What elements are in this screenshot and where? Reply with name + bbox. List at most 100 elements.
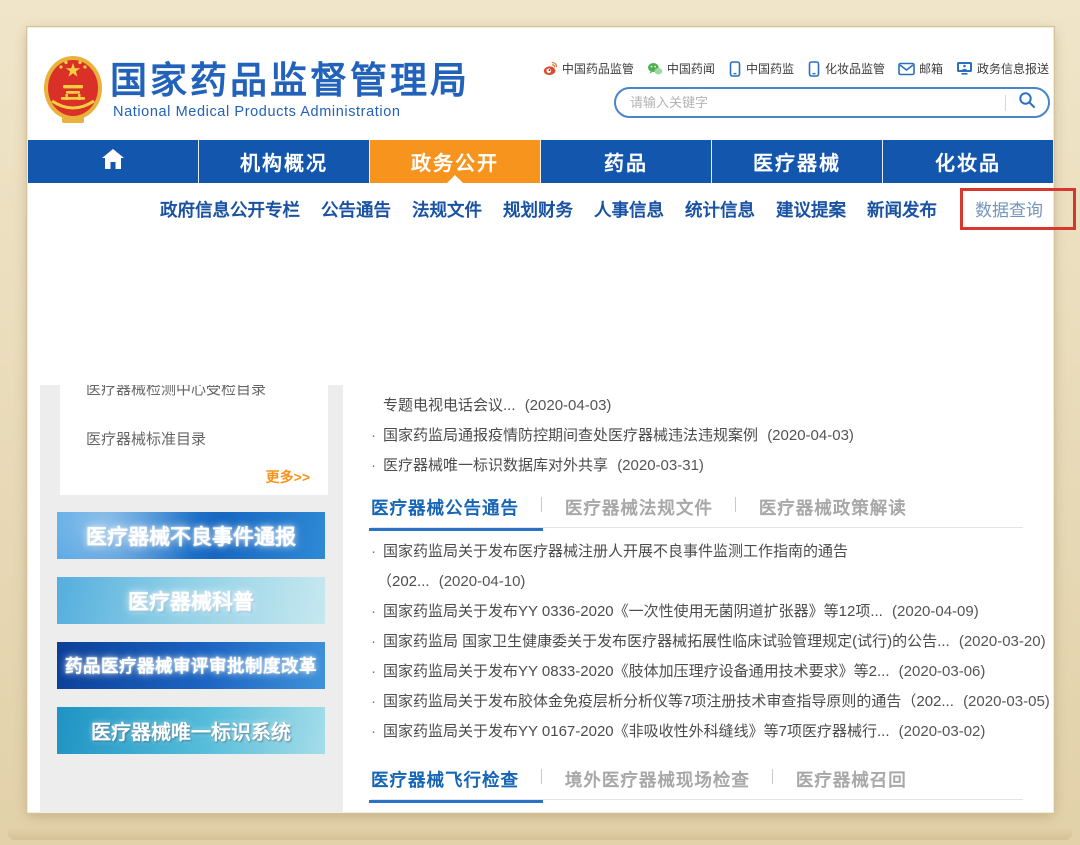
bullet: · xyxy=(371,537,376,567)
national-emblem-logo xyxy=(42,52,104,128)
sidebar-list-panel: 医疗器械检测中心受检目录 医疗器械标准目录 更多>> xyxy=(60,385,328,495)
sidebar-list-item[interactable]: 医疗器械标准目录 xyxy=(86,428,328,449)
notice-list: · 国家药监局关于发布医疗器械注册人开展不良事件监测工作指南的通告 · （202… xyxy=(343,537,1053,747)
wechat-icon xyxy=(647,61,663,77)
bullet: · xyxy=(371,627,376,657)
quick-link-gov-report[interactable]: 政务信息报送 xyxy=(956,60,1049,77)
tab-separator xyxy=(735,497,736,512)
notice-item[interactable]: · 国家药监局关于发布YY 0833-2020《肢体加压理疗设备通用技术要求》等… xyxy=(343,657,1053,687)
tab-device-notices[interactable]: 医疗器械公告通告 xyxy=(371,495,519,521)
news-title: 国家药监局 国家卫生健康委关于发布医疗器械拓展性临床试验管理规定(试行)的公告.… xyxy=(383,633,950,650)
subnav-item-notices[interactable]: 公告通告 xyxy=(321,197,391,222)
news-title: 国家药监局关于发布YY 0167-2020《非吸收性外科缝线》等7项医疗器械行.… xyxy=(383,723,890,740)
news-item[interactable]: · 医疗器械唯一标识数据库对外共享 (2020-03-31) xyxy=(343,451,1053,481)
notice-item[interactable]: · 国家药监局关于发布YY 0336-2020《一次性使用无菌阴道扩张器》等12… xyxy=(343,597,1053,627)
inspection-tab-row: 医疗器械飞行检查 境外医疗器械现场检查 医疗器械召回 xyxy=(371,762,1023,800)
tab-device-recall[interactable]: 医疗器械召回 xyxy=(796,767,907,793)
news-date: (2020-04-03) xyxy=(525,397,612,414)
weibo-icon xyxy=(542,61,558,77)
news-item[interactable]: · 国家药监局通报疫情防控期间查处医疗器械违法违规案例 (2020-04-03) xyxy=(343,421,1053,451)
news-title: 国家药监局关于发布医疗器械注册人开展不良事件监测工作指南的通告 xyxy=(383,543,848,560)
nav-item-medical-devices[interactable]: 医疗器械 xyxy=(712,140,883,183)
monitor-icon xyxy=(956,61,973,76)
nav-item-overview[interactable]: 机构概况 xyxy=(199,140,370,183)
tab-separator xyxy=(541,769,542,784)
banner-adverse-event-report[interactable]: 医疗器械不良事件通报 xyxy=(57,512,325,559)
tab-separator xyxy=(772,769,773,784)
nav-label: 药品 xyxy=(604,147,648,176)
top-news-list: · 专题电视电话会议... (2020-04-03) · 国家药监局通报疫情防控… xyxy=(343,391,1053,481)
tab-separator xyxy=(541,497,542,512)
news-date: (2020-03-31) xyxy=(617,457,704,474)
site-subtitle: National Medical Products Administration xyxy=(113,104,401,120)
nav-item-cosmetics[interactable]: 化妆品 xyxy=(883,140,1053,183)
highlight-box: 数据查询 xyxy=(960,188,1076,230)
bullet: · xyxy=(371,717,376,747)
nav-item-home[interactable] xyxy=(28,140,199,183)
quick-link-label: 邮箱 xyxy=(919,60,943,77)
more-link[interactable]: 更多>> xyxy=(266,467,310,487)
site-title: 国家药品监督管理局 xyxy=(110,50,470,104)
subnav-item-gov-info[interactable]: 政府信息公开专栏 xyxy=(160,197,300,222)
search-input[interactable] xyxy=(616,95,1005,110)
nav-item-gov-affairs[interactable]: 政务公开 xyxy=(370,140,541,183)
banner-device-science[interactable]: 医疗器械科普 xyxy=(57,577,325,624)
news-date: (2020-03-20) xyxy=(959,633,1046,650)
main-content: · 专题电视电话会议... (2020-04-03) · 国家药监局通报疫情防控… xyxy=(343,385,1053,812)
mail-icon xyxy=(898,62,915,76)
subnav-item-data-query[interactable]: 数据查询 xyxy=(975,201,1043,220)
subnav-item-news-release[interactable]: 新闻发布 xyxy=(867,197,937,222)
tab-device-policy[interactable]: 医疗器械政策解读 xyxy=(759,495,907,521)
quick-link-cosmetics-app[interactable]: 化妆品监管 xyxy=(807,60,885,77)
nav-label: 机构概况 xyxy=(240,147,328,176)
bullet: · xyxy=(371,657,376,687)
subnav: 政府信息公开专栏 公告通告 法规文件 规划财务 人事信息 统计信息 建议提案 新… xyxy=(160,185,1076,233)
banner-review-reform[interactable]: 药品医疗器械审评审批制度改革 xyxy=(57,642,325,689)
nav-label: 医疗器械 xyxy=(753,147,841,176)
main-nav: 机构概况 政务公开 药品 医疗器械 化妆品 xyxy=(28,140,1053,183)
news-item[interactable]: · 专题电视电话会议... (2020-04-03) xyxy=(343,391,1053,421)
phone-icon xyxy=(807,61,821,77)
header-quick-links: 中国药品监管 中国药闻 中国药监 化妆品监管 邮箱 政务信息报送 xyxy=(542,60,1049,77)
quick-link-label: 中国药监 xyxy=(746,60,794,77)
sidebar: 医疗器械检测中心受检目录 医疗器械标准目录 更多>> 医疗器械不良事件通报 医疗… xyxy=(40,385,343,812)
news-date: (2020-03-02) xyxy=(899,723,986,740)
news-title: 专题电视电话会议... xyxy=(383,397,516,414)
search-icon xyxy=(1018,91,1036,114)
news-date: (2020-04-09) xyxy=(892,603,979,620)
notice-item[interactable]: · 国家药监局关于发布YY 0167-2020《非吸收性外科缝线》等7项医疗器械… xyxy=(343,717,1053,747)
tab-device-regulations[interactable]: 医疗器械法规文件 xyxy=(565,495,713,521)
tab-overseas-inspection[interactable]: 境外医疗器械现场检查 xyxy=(565,767,750,793)
notice-item[interactable]: · 国家药监局关于发布医疗器械注册人开展不良事件监测工作指南的通告 xyxy=(343,537,1053,567)
news-title: 国家药监局关于发布YY 0336-2020《一次性使用无菌阴道扩张器》等12项.… xyxy=(383,603,883,620)
banner-udi-system[interactable]: 医疗器械唯一标识系统 xyxy=(57,707,325,754)
nav-item-drugs[interactable]: 药品 xyxy=(541,140,712,183)
news-date: (2020-04-03) xyxy=(767,427,854,444)
quick-link-weibo[interactable]: 中国药品监管 xyxy=(542,60,634,77)
news-title: （202... xyxy=(377,573,430,590)
search-button[interactable] xyxy=(1006,89,1048,116)
nav-label: 政务公开 xyxy=(411,147,499,176)
quick-link-wechat[interactable]: 中国药闻 xyxy=(647,60,715,77)
subnav-item-proposals[interactable]: 建议提案 xyxy=(776,197,846,222)
tab-flight-inspection[interactable]: 医疗器械飞行检查 xyxy=(371,767,519,793)
notice-item[interactable]: · 国家药监局 国家卫生健康委关于发布医疗器械拓展性临床试验管理规定(试行)的公… xyxy=(343,627,1053,657)
page: 国家药品监督管理局 National Medical Products Admi… xyxy=(28,28,1053,812)
subnav-item-personnel[interactable]: 人事信息 xyxy=(594,197,664,222)
quick-link-label: 化妆品监管 xyxy=(825,60,885,77)
news-date: (2020-03-05) xyxy=(963,693,1050,710)
bullet: · xyxy=(371,597,376,627)
home-icon xyxy=(101,148,125,176)
quick-link-app[interactable]: 中国药监 xyxy=(728,60,794,77)
subnav-item-planning-finance[interactable]: 规划财务 xyxy=(503,197,573,222)
subnav-item-statistics[interactable]: 统计信息 xyxy=(685,197,755,222)
news-date: (2020-03-06) xyxy=(899,663,986,680)
sidebar-list-item[interactable]: 医疗器械检测中心受检目录 xyxy=(86,385,328,399)
notice-item-continued[interactable]: · （202... (2020-04-10) xyxy=(343,567,1053,597)
quick-link-label: 中国药闻 xyxy=(667,60,715,77)
bullet: · xyxy=(371,421,376,451)
news-date: (2020-04-10) xyxy=(439,573,526,590)
subnav-item-regulations[interactable]: 法规文件 xyxy=(412,197,482,222)
quick-link-mail[interactable]: 邮箱 xyxy=(898,60,943,77)
notice-item[interactable]: · 国家药监局关于发布胶体金免疫层析分析仪等7项注册技术审查指导原则的通告（20… xyxy=(343,687,1053,717)
